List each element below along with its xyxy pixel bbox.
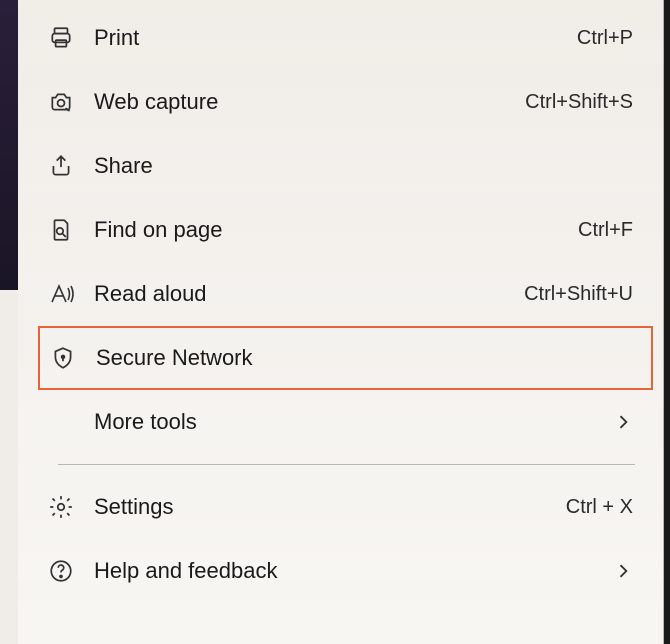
read-aloud-icon — [48, 280, 80, 308]
menu-item-label: Help and feedback — [94, 558, 613, 584]
help-icon — [48, 557, 80, 585]
menu-item-find-on-page[interactable]: Find on page Ctrl+F — [18, 198, 663, 262]
chevron-right-icon — [613, 561, 633, 581]
shield-icon — [50, 344, 82, 372]
menu-item-shortcut: Ctrl+F — [578, 219, 633, 242]
camera-icon — [48, 88, 80, 116]
blank-icon — [48, 408, 80, 436]
menu-item-web-capture[interactable]: Web capture Ctrl+Shift+S — [18, 70, 663, 134]
menu-item-shortcut: Ctrl+P — [577, 27, 633, 50]
print-icon — [48, 24, 80, 52]
menu-item-share[interactable]: Share — [18, 134, 663, 198]
menu-item-label: Print — [94, 25, 577, 51]
menu-item-help-and-feedback[interactable]: Help and feedback — [18, 539, 663, 603]
menu-item-label: Web capture — [94, 89, 525, 115]
menu-item-label: Settings — [94, 494, 566, 520]
menu-item-label: Read aloud — [94, 281, 524, 307]
menu-item-shortcut: Ctrl+Shift+U — [524, 283, 633, 306]
find-on-page-icon — [48, 216, 80, 244]
menu-item-secure-network[interactable]: Secure Network — [38, 326, 653, 390]
background-right-strip — [664, 0, 670, 644]
menu-item-shortcut: Ctrl+Shift+S — [525, 91, 633, 114]
background-left-strip — [0, 0, 18, 290]
browser-menu: Print Ctrl+P Web capture Ctrl+Shift+S Sh… — [18, 0, 664, 644]
menu-item-label: Secure Network — [96, 345, 621, 371]
chevron-right-icon — [613, 412, 633, 432]
menu-item-print[interactable]: Print Ctrl+P — [18, 0, 663, 70]
gear-icon — [48, 493, 80, 521]
share-icon — [48, 152, 80, 180]
menu-divider — [58, 464, 635, 465]
menu-item-settings[interactable]: Settings Ctrl + X — [18, 475, 663, 539]
menu-item-shortcut: Ctrl + X — [566, 496, 633, 519]
menu-item-label: Share — [94, 153, 633, 179]
menu-item-label: Find on page — [94, 217, 578, 243]
menu-item-read-aloud[interactable]: Read aloud Ctrl+Shift+U — [18, 262, 663, 326]
menu-item-more-tools[interactable]: More tools — [18, 390, 663, 454]
menu-item-label: More tools — [94, 409, 613, 435]
